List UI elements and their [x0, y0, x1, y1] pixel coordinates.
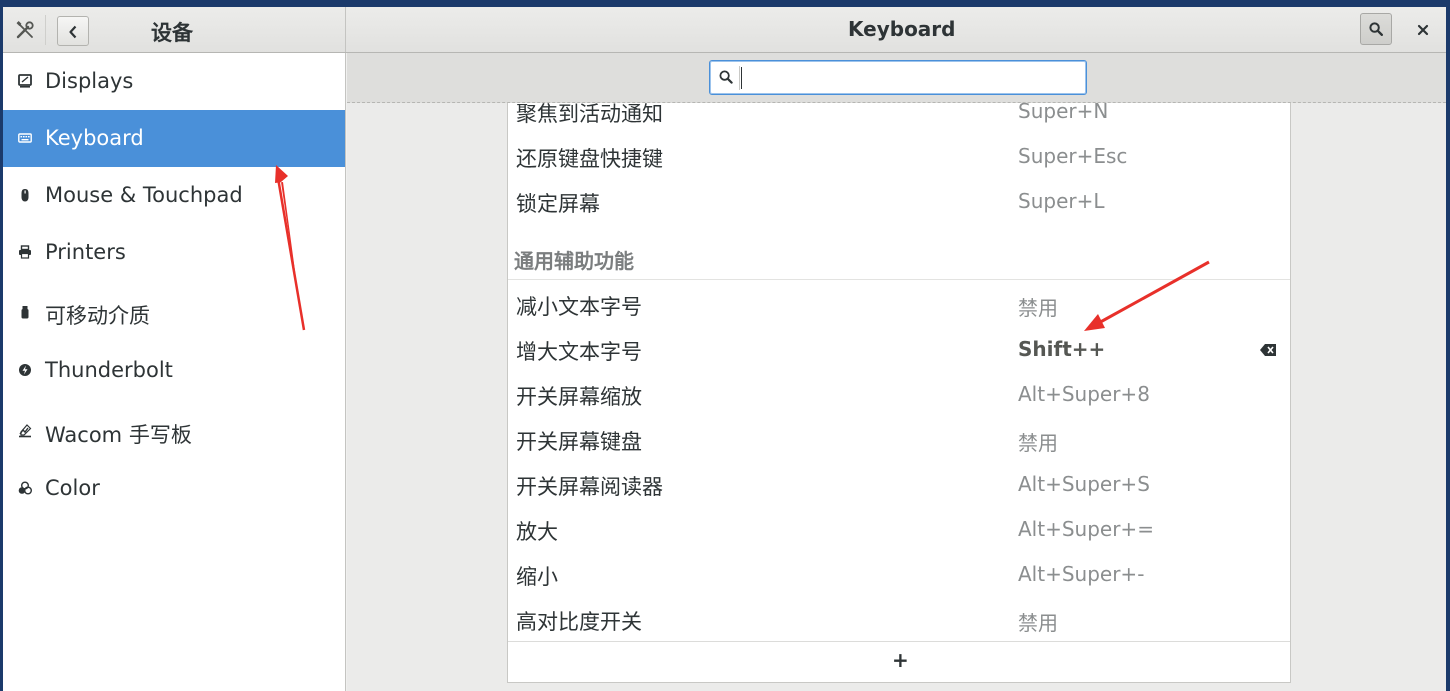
shortcut-row[interactable]: 减小文本字号 禁用 [508, 283, 1290, 328]
removable-media-icon [21, 306, 29, 319]
panel-title: 设备 [151, 21, 193, 45]
shortcut-accel: Shift++ [1018, 337, 1106, 361]
shortcut-list: 聚焦到活动通知 Super+N 还原键盘快捷键 Super+Esc 锁定屏幕 S… [507, 103, 1291, 683]
close-button[interactable] [1413, 20, 1433, 40]
search-input[interactable] [709, 60, 1087, 95]
settings-window: 设备 Keyboard Displays Keyboard Mouse & To… [3, 7, 1446, 691]
shortcut-accel: 禁用 [1018, 296, 1058, 320]
shortcut-accel: Alt+Super+S [1018, 472, 1150, 496]
sidebar-item-removable-media[interactable]: 可移动介质 [3, 284, 345, 341]
sidebar-item-keyboard[interactable]: Keyboard [3, 110, 345, 167]
shortcut-name: 开关屏幕阅读器 [516, 475, 663, 499]
sidebar-item-color[interactable]: Color [3, 460, 345, 517]
shortcut-name: 聚焦到活动通知 [516, 103, 663, 126]
shortcut-row[interactable]: 聚焦到活动通知 Super+N [508, 103, 1290, 135]
header-bar: 设备 Keyboard [3, 7, 1446, 53]
sidebar-item-wacom[interactable]: Wacom 手写板 [3, 403, 345, 460]
main-panel: 聚焦到活动通知 Super+N 还原键盘快捷键 Super+Esc 锁定屏幕 S… [347, 53, 1446, 691]
go-previous-icon [69, 25, 77, 39]
shortcut-name: 还原键盘快捷键 [516, 147, 663, 171]
shortcut-accel: Alt+Super+- [1018, 562, 1145, 586]
sidebar-item-printers[interactable]: Printers [3, 224, 345, 281]
shortcut-accel: Super+N [1018, 103, 1109, 123]
printer-icon [19, 245, 31, 259]
sidebar-item-displays[interactable]: Displays [3, 53, 345, 110]
search-button[interactable] [1360, 13, 1392, 45]
mouse-icon [21, 189, 29, 202]
settings-tools-icon[interactable] [15, 20, 35, 40]
shortcut-name: 开关屏幕键盘 [516, 430, 642, 454]
shortcut-name: 放大 [516, 520, 558, 544]
shortcut-name: 增大文本字号 [516, 340, 642, 364]
thunderbolt-icon [19, 364, 31, 376]
sidebar-item-label: Wacom 手写板 [45, 423, 192, 447]
sidebar-item-label: Printers [45, 240, 126, 264]
close-icon [1417, 24, 1429, 36]
shortcut-row[interactable]: 放大 Alt+Super+= [508, 508, 1290, 553]
shortcut-name: 锁定屏幕 [516, 192, 600, 216]
sidebar-item-thunderbolt[interactable]: Thunderbolt [3, 342, 345, 399]
shortcut-accel: Super+L [1018, 189, 1105, 213]
sidebar-item-label: Thunderbolt [45, 358, 173, 382]
add-icon: + [892, 648, 909, 672]
shortcut-accel: Alt+Super+= [1018, 517, 1154, 541]
page-title: Keyboard [848, 17, 956, 41]
search-bar [347, 53, 1446, 103]
shortcut-name: 减小文本字号 [516, 295, 642, 319]
shortcut-accel: 禁用 [1018, 611, 1058, 635]
search-icon [1369, 22, 1383, 36]
section-divider [508, 279, 1290, 280]
header-separator [45, 15, 46, 45]
shortcut-row[interactable]: 高对比度开关 禁用 [508, 598, 1290, 643]
sidebar: Displays Keyboard Mouse & Touchpad Print… [3, 53, 346, 691]
shortcut-accel: Super+Esc [1018, 144, 1128, 168]
shortcut-row[interactable]: 增大文本字号 Shift++ [508, 328, 1290, 373]
color-icon [18, 481, 32, 495]
shortcut-accel: Alt+Super+8 [1018, 382, 1150, 406]
sidebar-item-label: Displays [45, 69, 134, 93]
shortcut-name: 缩小 [516, 565, 558, 589]
back-button[interactable] [57, 16, 89, 46]
sidebar-item-label: 可移动介质 [45, 304, 150, 328]
shortcut-row[interactable]: 开关屏幕缩放 Alt+Super+8 [508, 373, 1290, 418]
header-left-pane: 设备 [3, 7, 346, 52]
shortcut-accel: 禁用 [1018, 431, 1058, 455]
sidebar-item-mouse-touchpad[interactable]: Mouse & Touchpad [3, 167, 345, 224]
shortcut-name: 开关屏幕缩放 [516, 385, 642, 409]
sidebar-item-label: Color [45, 476, 100, 500]
keyboard-icon [18, 133, 32, 143]
shortcut-name: 高对比度开关 [516, 610, 642, 634]
shortcut-row[interactable]: 缩小 Alt+Super+- [508, 553, 1290, 598]
shortcut-row[interactable]: 还原键盘快捷键 Super+Esc [508, 135, 1290, 180]
shortcut-row[interactable]: 开关屏幕键盘 禁用 [508, 418, 1290, 463]
text-caret [741, 67, 742, 89]
entry-separator [739, 66, 740, 90]
shortcut-row[interactable]: 开关屏幕阅读器 Alt+Super+S [508, 463, 1290, 508]
tablet-icon [19, 424, 32, 438]
shortcut-row[interactable]: 锁定屏幕 Super+L [508, 180, 1290, 225]
section-title: 通用辅助功能 [514, 249, 634, 273]
edit-clear-icon[interactable] [1260, 344, 1277, 356]
add-shortcut-button[interactable]: + [508, 641, 1290, 682]
sidebar-item-label: Keyboard [45, 126, 144, 150]
search-icon [719, 70, 733, 84]
sidebar-item-label: Mouse & Touchpad [45, 183, 243, 207]
display-icon [18, 74, 32, 88]
